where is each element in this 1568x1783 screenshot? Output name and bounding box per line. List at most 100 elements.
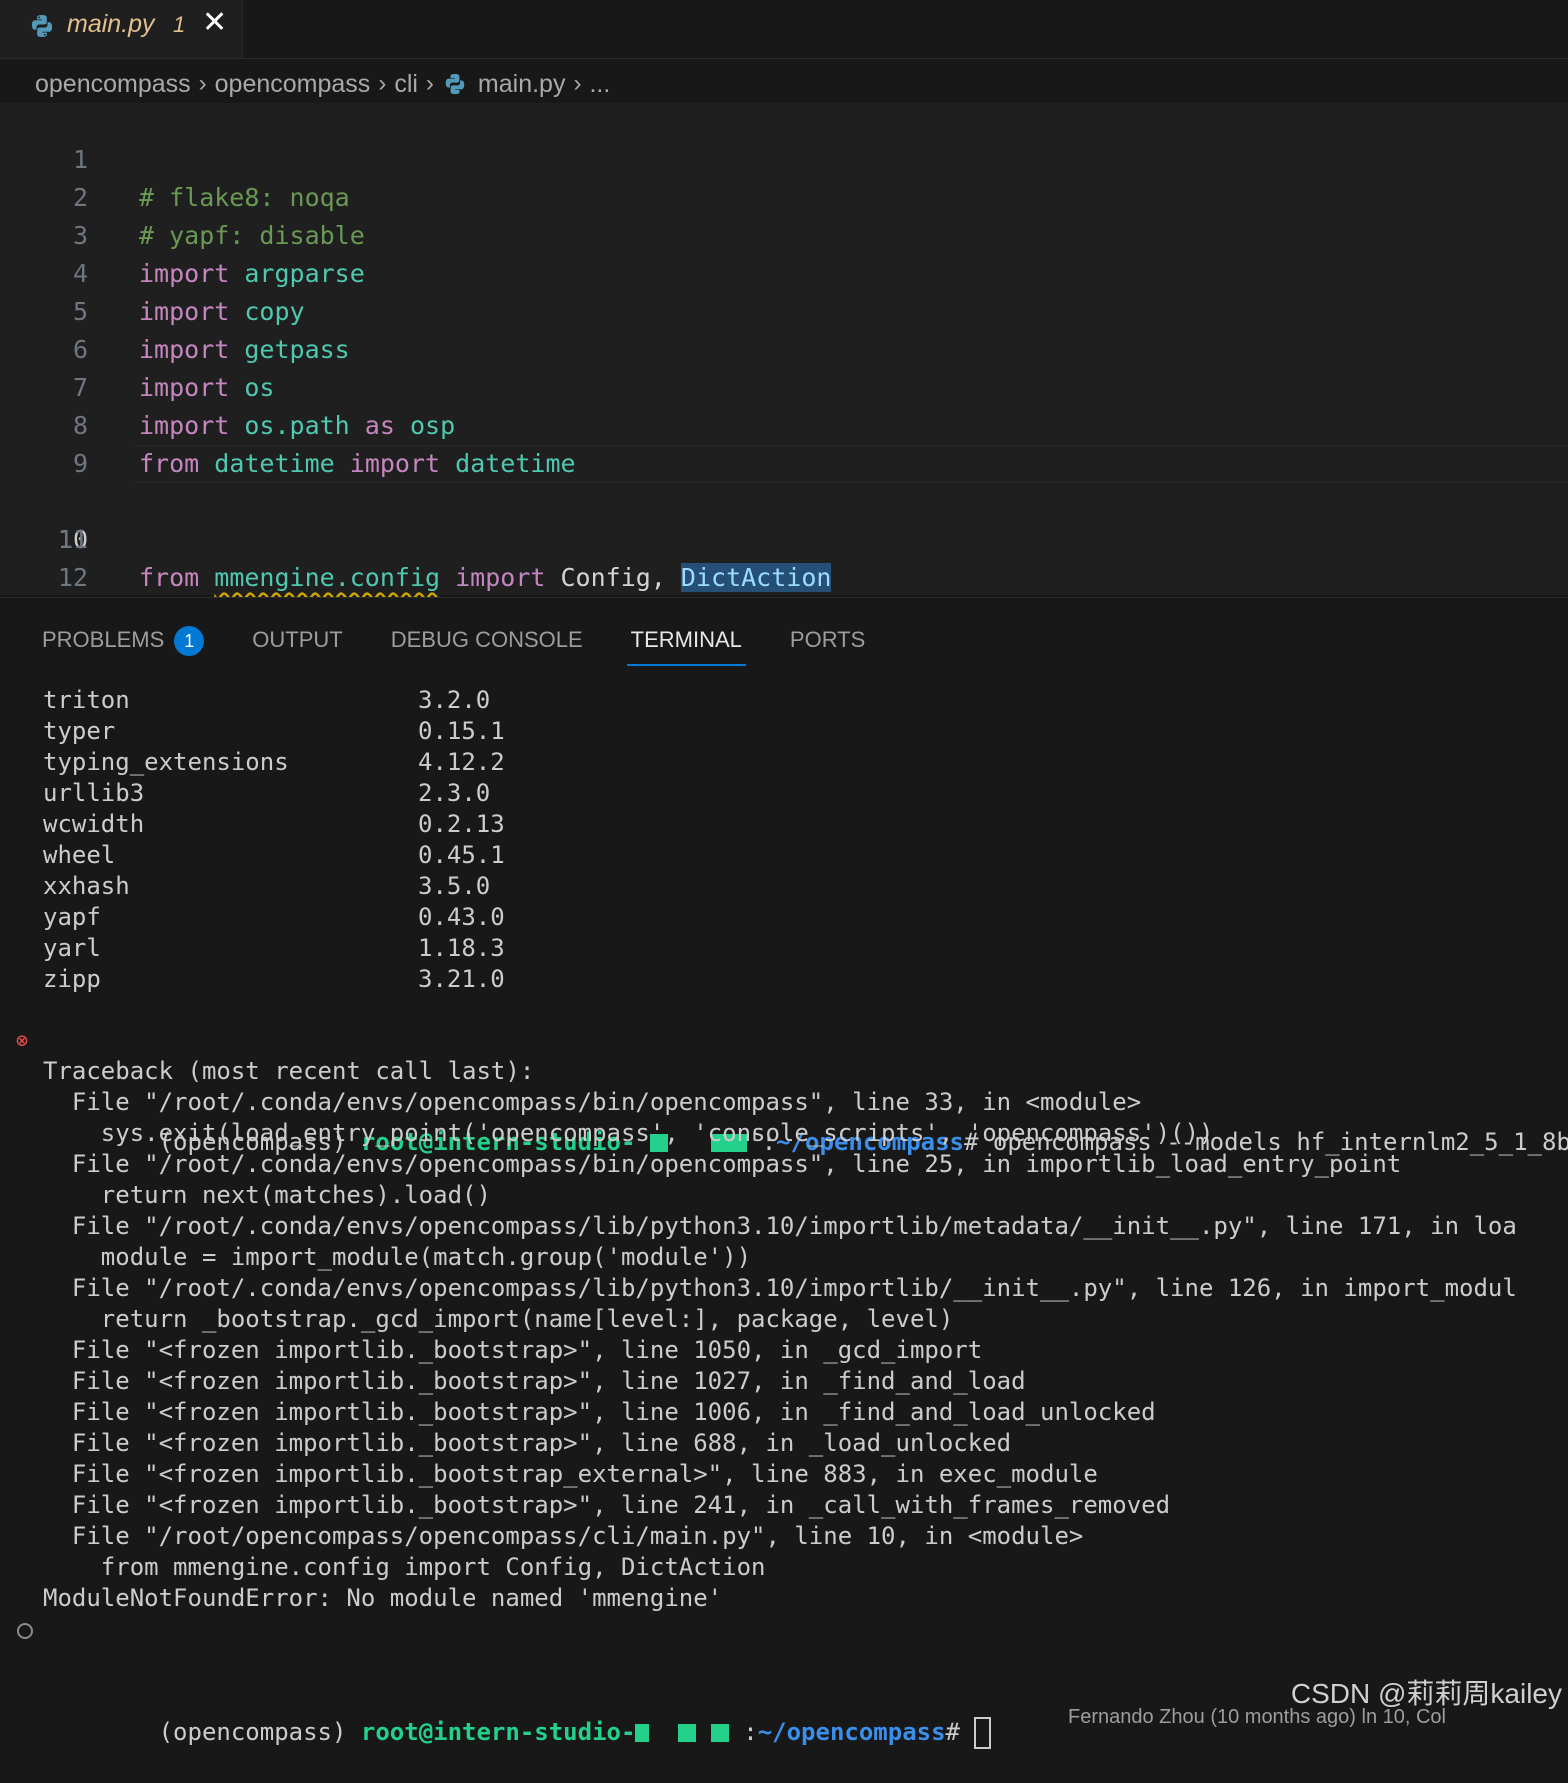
traceback-line: File "<frozen importlib._bootstrap>", li… [43,1398,1156,1426]
tab-filename: main.py [67,10,155,38]
traceback-line: File "<frozen importlib._bootstrap>", li… [43,1491,1171,1519]
editor-tab-bar: main.py 1 ✕ [0,0,1568,59]
tab-label: DEBUG CONSOLE [390,627,583,652]
package-name: typer [43,717,116,745]
traceback-line: File "<frozen importlib._bootstrap_exter… [43,1460,1098,1488]
package-name: yarl [43,934,101,962]
traceback-line: File "<frozen importlib._bootstrap>", li… [43,1367,1026,1395]
code-line: 1 # flake8: noqa [0,103,1568,212]
breadcrumb-item[interactable]: ... [589,70,610,99]
package-version: 0.2.13 [418,810,505,838]
code-line: 6 import os [0,293,1568,402]
package-row: triton 3.2.0 [0,683,900,717]
code-line: 5 import getpass [0,255,1568,364]
traceback-line: module = import_module(match.group('modu… [43,1243,752,1271]
package-version: 0.15.1 [418,717,505,745]
chevron-right-icon: › [198,70,207,97]
package-name: urllib3 [43,779,145,807]
traceback-line: File "/root/.conda/envs/opencompass/bin/… [43,1150,1402,1178]
code-line: 7 import os.path as osp [0,331,1568,440]
code-line: 11 [0,483,1568,554]
chevron-right-icon: › [425,70,434,97]
package-version: 3.21.0 [418,965,505,993]
redacted-block [635,1724,650,1742]
traceback-line: ModuleNotFoundError: No module named 'mm… [43,1584,723,1612]
package-version: 0.45.1 [418,841,505,869]
package-row: yapf 0.43.0 [0,900,900,934]
traceback-line: File "/root/opencompass/opencompass/cli/… [43,1522,1084,1550]
traceback-line: File "<frozen importlib._bootstrap>", li… [43,1429,1012,1457]
traceback-line: File "/root/.conda/envs/opencompass/lib/… [43,1274,1517,1302]
code-editor[interactable]: 1 # flake8: noqa 2 # yapf: disable 3 imp… [0,103,1568,668]
prompt-user: root@intern-studio- [360,1718,636,1746]
status-hint: Fernando Zhou (10 months ago) ln 10, Col [1068,1706,1446,1728]
package-name: zipp [43,965,101,993]
code-line-active: 10 from mmengine.config import Config, D… [0,445,1568,592]
redacted-block [678,1724,697,1742]
prompt-suffix: # [945,1718,960,1746]
package-row: zipp 3.21.0 [0,962,900,996]
package-row: wheel 0.45.1 [0,838,900,872]
problems-count-badge: 1 [174,626,205,657]
breadcrumb-item[interactable]: cli [394,70,418,99]
error-circle-icon: ⊗ [16,1028,29,1052]
code-line: 9 [0,407,1568,478]
package-name: triton [43,686,130,714]
code-line: 4 import copy [0,217,1568,326]
package-name: xxhash [43,872,130,900]
code-line: 8 from datetime import datetime [0,369,1568,478]
tab-problems[interactable]: PROBLEMS 1 [42,620,205,660]
close-icon[interactable]: ✕ [202,8,227,38]
package-version: 3.5.0 [418,872,491,900]
package-name: typing_extensions [43,748,289,776]
traceback-line: Traceback (most recent call last): [43,1057,535,1085]
package-name: wheel [43,841,116,869]
current-line-highlight [134,445,1568,483]
package-row: yarl 1.18.3 [0,931,900,965]
prompt-env: (opencompass) [158,1718,361,1746]
traceback-line: File "/root/.conda/envs/opencompass/bin/… [43,1088,1142,1116]
code-line: 3 import argparse [0,179,1568,288]
tab-label: OUTPUT [252,627,343,652]
traceback-line: return next(matches).load() [43,1181,491,1209]
traceback-line: return _bootstrap._gcd_import(name[level… [43,1305,954,1333]
breadcrumb-item[interactable]: main.py [478,70,566,99]
breadcrumb: opencompass › opencompass › cli › main.p… [35,66,610,102]
python-file-icon [445,73,465,95]
package-version: 2.3.0 [418,779,491,807]
circle-icon [17,1623,33,1639]
package-row: typer 0.15.1 [0,714,900,748]
package-row: urllib3 2.3.0 [0,776,900,810]
package-version: 1.18.3 [418,934,505,962]
package-row: wcwidth 0.2.13 [0,807,900,841]
code-line: 2 # yapf: disable [0,141,1568,250]
tab-ports[interactable]: PORTS [790,620,865,660]
package-version: 4.12.2 [418,748,505,776]
package-name: yapf [43,903,101,931]
traceback-line: File "/root/.conda/envs/opencompass/lib/… [43,1212,1517,1240]
tab-debug-console[interactable]: DEBUG CONSOLE [391,620,583,660]
tab-terminal[interactable]: TERMINAL [626,620,747,666]
bottom-panel: PROBLEMS 1 OUTPUT DEBUG CONSOLE TERMINAL … [0,597,1568,1749]
python-file-icon [31,15,53,37]
redacted-block [710,1724,729,1742]
terminal-prompt-line: (opencompass) root@intern-studio- :~/ope… [0,1613,1568,1749]
chevron-right-icon: › [573,70,582,97]
code-line: 12 from opencompass.registry import PART… [0,521,1568,630]
traceback-line: sys.exit(load_entry_point('opencompass',… [43,1119,1214,1147]
code-line: 13 from opencompass.runners import Slurm… [0,559,1568,668]
breadcrumb-item[interactable]: opencompass [215,70,371,99]
terminal-cursor[interactable] [974,1717,992,1749]
package-row: typing_extensions 4.12.2 [0,745,900,779]
tab-label: PORTS [789,627,866,652]
panel-tab-bar: PROBLEMS 1 OUTPUT DEBUG CONSOLE TERMINAL … [42,620,913,666]
tab-label: TERMINAL [630,627,742,652]
tab-output[interactable]: OUTPUT [252,620,342,660]
package-name: wcwidth [43,810,145,838]
tab-label: PROBLEMS [42,627,165,652]
breadcrumb-item[interactable]: opencompass [35,70,191,99]
package-row: xxhash 3.5.0 [0,869,900,903]
tab-main-py[interactable]: main.py 1 ✕ [0,0,243,58]
terminal-output[interactable]: triton 3.2.0 typer 0.15.1 typing_extensions 4… [0,683,1568,1749]
terminal-prompt-line: ⊗ (opencompass) root@intern-studio- ':~/… [0,1023,1568,1156]
